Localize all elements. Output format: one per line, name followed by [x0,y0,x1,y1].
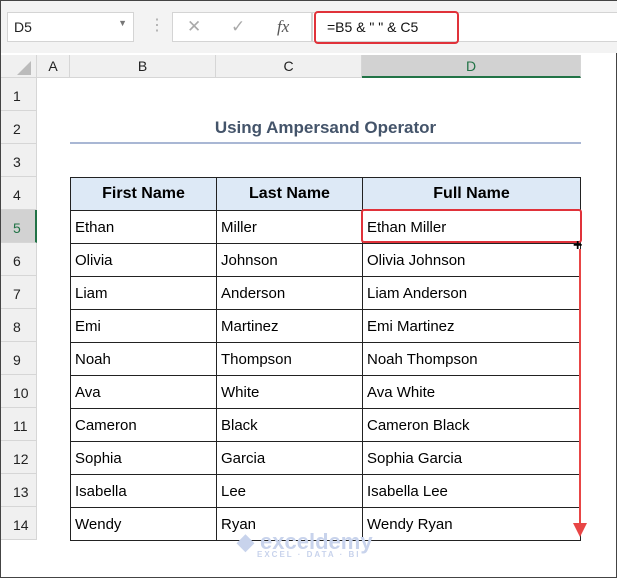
table-row: Cameron Black Cameron Black [70,408,581,442]
sheet-title: Using Ampersand Operator [70,111,581,144]
full-name-cell[interactable]: Cameron Black [362,408,581,442]
full-name-cell[interactable]: Liam Anderson [362,276,581,310]
row-header[interactable]: 4 [1,177,37,210]
last-name-cell[interactable]: Thompson [216,342,363,376]
header-first-name[interactable]: First Name [70,177,217,211]
row-header[interactable]: 6 [1,243,37,276]
chevron-down-icon[interactable]: ▼ [118,18,127,28]
name-box-value: D5 [14,19,32,35]
last-name-cell[interactable]: Martinez [216,309,363,343]
enter-icon[interactable]: ✓ [231,17,245,37]
selected-cell-d5[interactable] [361,209,582,243]
row-header[interactable]: 8 [1,309,37,342]
fx-icon[interactable]: fx [277,17,289,37]
full-name-cell[interactable]: Noah Thompson [362,342,581,376]
row-header[interactable]: 1 [1,78,37,111]
table-row: Olivia Johnson Olivia Johnson [70,243,581,277]
formula-buttons: ✕ ✓ fx [172,12,312,42]
full-name-cell[interactable]: Wendy Ryan [362,507,581,541]
first-name-cell[interactable]: Olivia [70,243,217,277]
row-header[interactable]: 14 [1,507,37,540]
full-name-cell[interactable]: Sophia Garcia [362,441,581,475]
full-name-cell[interactable]: Isabella Lee [362,474,581,508]
first-name-cell[interactable]: Wendy [70,507,217,541]
header-full-name[interactable]: Full Name [362,177,581,211]
row-header[interactable]: 13 [1,474,37,507]
first-name-cell[interactable]: Ava [70,375,217,409]
table-row: Liam Anderson Liam Anderson [70,276,581,310]
formula-bar-area: D5 ▼ ⋮ ✕ ✓ fx =B5 & " " & C5 [1,1,617,53]
select-all-corner[interactable] [1,55,37,78]
last-name-cell[interactable]: Lee [216,474,363,508]
last-name-cell[interactable]: Johnson [216,243,363,277]
row-header[interactable]: 10 [1,375,37,408]
full-name-cell[interactable]: Olivia Johnson [362,243,581,277]
arrow-head-icon [573,523,587,537]
row-header[interactable]: 7 [1,276,37,309]
column-header-b[interactable]: B [70,55,216,78]
first-name-cell[interactable]: Emi [70,309,217,343]
first-name-cell[interactable]: Noah [70,342,217,376]
row-header[interactable]: 11 [1,408,37,441]
first-name-cell[interactable]: Sophia [70,441,217,475]
grip-icon: ⋮ [149,17,165,34]
watermark-logo: ◆ exceldemy EXCEL · DATA · BI [237,529,373,559]
row-header[interactable]: 9 [1,342,37,375]
full-name-cell[interactable]: Ava White [362,375,581,409]
first-name-cell[interactable]: Isabella [70,474,217,508]
last-name-cell[interactable]: Anderson [216,276,363,310]
table-row: Emi Martinez Emi Martinez [70,309,581,343]
column-header-a[interactable]: A [37,55,70,78]
row-header[interactable]: 12 [1,441,37,474]
full-name-cell[interactable]: Emi Martinez [362,309,581,343]
formula-text[interactable]: =B5 & " " & C5 [314,11,459,44]
row-header[interactable]: 5 [1,210,37,243]
column-header-d[interactable]: D [362,55,581,78]
header-last-name[interactable]: Last Name [216,177,363,211]
fill-down-arrow [579,249,581,529]
table-row: Noah Thompson Noah Thompson [70,342,581,376]
name-box[interactable]: D5 ▼ [7,12,134,42]
last-name-cell[interactable]: White [216,375,363,409]
last-name-cell[interactable]: Black [216,408,363,442]
row-header[interactable]: 3 [1,144,37,177]
first-name-cell[interactable]: Ethan [70,210,217,244]
row-header[interactable]: 2 [1,111,37,144]
last-name-cell[interactable]: Miller [216,210,363,244]
cancel-icon[interactable]: ✕ [187,17,201,37]
last-name-cell[interactable]: Garcia [216,441,363,475]
first-name-cell[interactable]: Cameron [70,408,217,442]
table-row: Ava White Ava White [70,375,581,409]
table-row: Isabella Lee Isabella Lee [70,474,581,508]
table-row: Sophia Garcia Sophia Garcia [70,441,581,475]
column-header-c[interactable]: C [216,55,362,78]
first-name-cell[interactable]: Liam [70,276,217,310]
